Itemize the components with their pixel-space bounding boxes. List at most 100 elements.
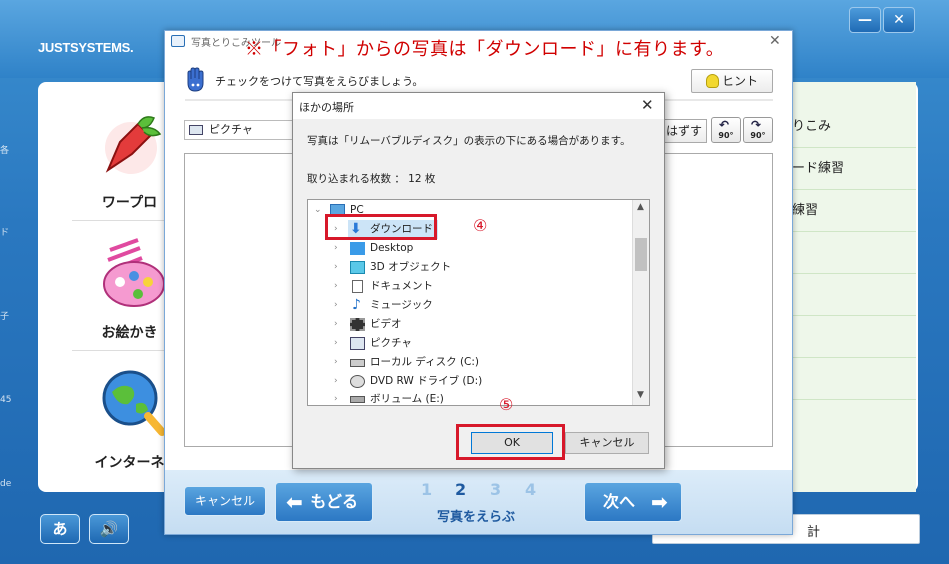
typing-hand-icon: あ	[52, 520, 68, 538]
step-indicator: 4	[525, 480, 537, 499]
tree-label: ボリューム (E:)	[370, 393, 444, 405]
folder-select[interactable]: ピクチャ	[184, 120, 304, 140]
chevron-right-icon[interactable]: ›	[334, 353, 338, 372]
tree-label: ドキュメント	[370, 280, 433, 292]
back-button[interactable]: ⬅ もどる	[275, 482, 373, 522]
local-disk-icon	[350, 359, 365, 367]
step-indicator: 1	[421, 480, 433, 499]
tree-label: Desktop	[370, 242, 414, 254]
tree-node[interactable]: › DVD RW ドライブ (D:)	[308, 372, 630, 391]
tree-node[interactable]: › ピクチャ	[308, 334, 630, 353]
chevron-right-icon[interactable]: ›	[334, 315, 338, 334]
rotate-left-label: 90°	[718, 131, 734, 140]
tree-node[interactable]: › ボリューム (E:)	[308, 390, 630, 405]
speaker-icon: 🔊	[99, 520, 119, 538]
right-menu-item[interactable]: 練習	[786, 190, 916, 232]
tree-node[interactable]: › ♪ ミュージック	[308, 296, 630, 315]
tree-node[interactable]: › ローカル ディスク (C:)	[308, 353, 630, 372]
picture-icon	[350, 337, 365, 350]
edge-char: 子	[0, 312, 10, 322]
annotation-step-4: ④	[473, 216, 488, 235]
keyboard-settings-button[interactable]: あ	[40, 514, 80, 544]
tree-label: ピクチャ	[370, 337, 412, 349]
tree-label: 3D オブジェクト	[370, 261, 452, 273]
rotate-right-button[interactable]: ↷ 90°	[743, 117, 773, 143]
drive-icon	[350, 396, 365, 403]
chevron-right-icon[interactable]: ›	[334, 258, 338, 277]
lightbulb-icon	[706, 74, 719, 88]
other-location-dialog: ほかの場所 ✕ 写真は「リムーバブルディスク」の表示の下にある場合があります。 …	[292, 92, 665, 469]
tree-label: ビデオ	[370, 318, 402, 330]
import-count-label: 取り込まれる枚数 ： 12 枚	[307, 173, 436, 185]
step-indicator-active: 2	[455, 480, 467, 499]
edge-char: ド	[0, 228, 10, 238]
tree-scrollbar[interactable]: ▲ ▼	[632, 200, 649, 405]
film-icon	[350, 318, 365, 331]
right-menu-item-empty	[786, 274, 916, 316]
3d-object-icon	[350, 261, 365, 274]
tree-label: ローカル ディスク (C:)	[370, 356, 480, 368]
tree-node[interactable]: › 3D オブジェクト	[308, 258, 630, 277]
chevron-right-icon[interactable]: ›	[334, 277, 338, 296]
instruction-text: チェックをつけて写真をえらびましょう。	[215, 75, 424, 88]
annotation-step-5: ⑤	[499, 395, 514, 414]
picture-folder-icon	[189, 125, 203, 135]
right-menu-item[interactable]: りこみ	[786, 106, 916, 148]
hint-button[interactable]: ヒント	[691, 69, 773, 93]
deselect-button[interactable]: はずす	[661, 119, 707, 143]
chevron-right-icon[interactable]: ›	[334, 334, 338, 353]
dialog-message: 写真は「リムーバブルディスク」の表示の下にある場合があります。	[307, 135, 631, 147]
step-label: 写真をえらぶ	[437, 510, 516, 525]
paint-palette-icon	[103, 238, 165, 307]
folder-value: ピクチャ	[209, 123, 253, 136]
left-edge-text: 各 ド 子 45 de	[0, 135, 12, 515]
dvd-drive-icon	[350, 375, 365, 388]
right-menu-item-empty	[786, 358, 916, 400]
tree-node[interactable]: › ドキュメント	[308, 277, 630, 296]
rotate-right-icon: ↷	[751, 118, 762, 132]
chevron-down-icon[interactable]: ⌄	[314, 201, 322, 220]
hint-label: ヒント	[721, 74, 758, 88]
music-note-icon: ♪	[352, 297, 361, 313]
rotate-right-label: 90°	[750, 131, 766, 140]
minimize-button[interactable]: —	[849, 7, 881, 33]
scroll-down-icon[interactable]: ▼	[637, 390, 644, 400]
close-icon[interactable]: ✕	[769, 33, 781, 49]
hand-icon	[187, 67, 204, 92]
sound-button[interactable]: 🔊	[89, 514, 129, 544]
next-button[interactable]: 次へ ➡	[584, 482, 682, 522]
step-indicator: 3	[490, 480, 502, 499]
close-window-button[interactable]: ✕	[883, 7, 915, 33]
dialog-title: ほかの場所	[299, 101, 354, 114]
right-menu-item[interactable]: ード練習	[786, 148, 916, 190]
arrow-right-icon: ➡	[651, 490, 668, 514]
right-menu-list: りこみ ード練習 練習	[786, 82, 916, 492]
dialog-titlebar: ほかの場所 ✕	[293, 93, 664, 119]
chevron-right-icon[interactable]: ›	[334, 239, 338, 258]
wizard-footer: キャンセル ⬅ もどる 1 2 3 4 写真をえらぶ 次へ ➡	[165, 470, 792, 534]
tree-node[interactable]: › Desktop	[308, 239, 630, 258]
close-icon[interactable]: ✕	[641, 96, 654, 114]
annotation-box-download	[325, 214, 437, 240]
back-label: もどる	[310, 492, 358, 511]
annotation-box-ok	[456, 424, 565, 460]
rotate-left-icon: ↶	[719, 118, 730, 132]
cancel-button[interactable]: キャンセル	[184, 486, 266, 516]
annotation-note: ※「フォト」からの写真は「ダウンロード」に有ります。	[245, 39, 725, 60]
scroll-up-icon[interactable]: ▲	[637, 202, 644, 212]
edge-char: 各	[0, 146, 10, 156]
document-icon	[352, 280, 363, 293]
justsystems-logo: JUSTSYSTEMS.	[38, 40, 134, 55]
desktop-icon	[350, 242, 365, 255]
chevron-right-icon[interactable]: ›	[334, 296, 338, 315]
tree-node[interactable]: › ビデオ	[308, 315, 630, 334]
right-menu-item-empty	[786, 232, 916, 274]
chevron-right-icon[interactable]: ›	[334, 372, 338, 391]
scroll-thumb[interactable]	[635, 238, 647, 271]
globe-magnifier-icon	[102, 370, 166, 436]
edge-char: de	[0, 479, 12, 489]
dialog-cancel-button[interactable]: キャンセル	[565, 432, 649, 454]
rotate-left-button[interactable]: ↶ 90°	[711, 117, 741, 143]
tree-label: ミュージック	[370, 299, 433, 311]
chevron-right-icon[interactable]: ›	[334, 390, 338, 405]
